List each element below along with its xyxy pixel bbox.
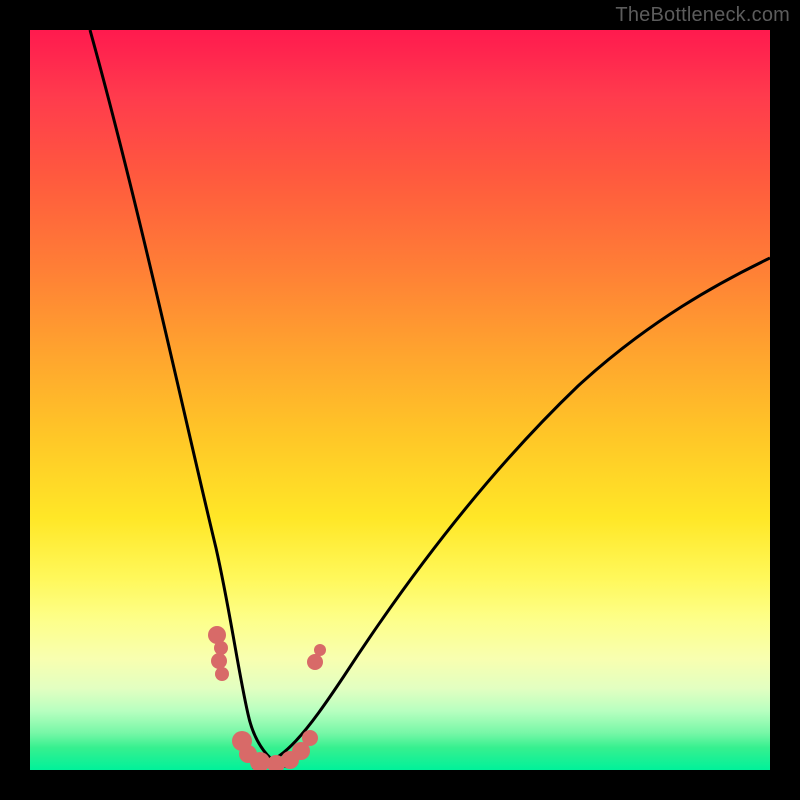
data-point	[214, 641, 228, 655]
outer-frame: TheBottleneck.com	[0, 0, 800, 800]
data-point	[208, 626, 226, 644]
plot-area	[30, 30, 770, 770]
data-point	[215, 667, 229, 681]
data-point	[307, 654, 323, 670]
marker-layer	[30, 30, 770, 770]
data-point	[302, 730, 318, 746]
data-point-cluster	[208, 626, 326, 770]
data-point	[314, 644, 326, 656]
data-point	[211, 653, 227, 669]
watermark-text: TheBottleneck.com	[615, 4, 790, 27]
